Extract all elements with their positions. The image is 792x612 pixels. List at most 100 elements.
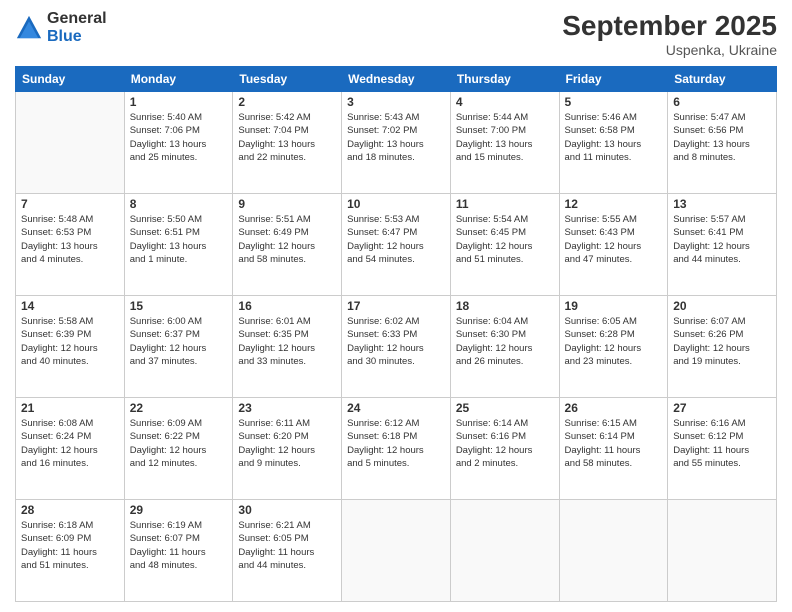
- cell-info: Sunrise: 6:11 AM Sunset: 6:20 PM Dayligh…: [238, 417, 336, 470]
- cell-w4-d5: 25 Sunrise: 6:14 AM Sunset: 6:16 PM Dayli…: [450, 398, 559, 500]
- cell-w2-d5: 11Sunrise: 5:54 AM Sunset: 6:45 PM Dayli…: [450, 194, 559, 296]
- cell-info: Sunrise: 5:55 AM Sunset: 6:43 PM Dayligh…: [565, 213, 663, 266]
- cell-w4-d1: 21 Sunrise: 6:08 AM Sunset: 6:24 PM Dayli…: [16, 398, 125, 500]
- day-number: 14: [21, 299, 119, 313]
- cell-info: Sunrise: 5:53 AM Sunset: 6:47 PM Dayligh…: [347, 213, 445, 266]
- cell-w3-d2: 15Sunrise: 6:00 AM Sunset: 6:37 PM Dayli…: [124, 296, 233, 398]
- cell-w1-d2: 1 Sunrise: 5:40 AM Sunset: 7:06 PM Daylig…: [124, 92, 233, 194]
- cell-w1-d4: 3Sunrise: 5:43 AM Sunset: 7:02 PM Daylig…: [342, 92, 451, 194]
- day-number: 28: [21, 503, 119, 517]
- cell-info: Sunrise: 5:47 AM Sunset: 6:56 PM Dayligh…: [673, 111, 771, 164]
- calendar-header: Sunday Monday Tuesday Wednesday Thursday…: [16, 67, 777, 92]
- cell-info: Sunrise: 5:46 AM Sunset: 6:58 PM Dayligh…: [565, 111, 663, 164]
- day-number: 13: [673, 197, 771, 211]
- cell-w2-d6: 12 Sunrise: 5:55 AM Sunset: 6:43 PM Dayli…: [559, 194, 668, 296]
- cell-w3-d7: 20 Sunrise: 6:07 AM Sunset: 6:26 PM Dayli…: [668, 296, 777, 398]
- cell-info: Sunrise: 6:04 AM Sunset: 6:30 PM Dayligh…: [456, 315, 554, 368]
- day-number: 12: [565, 197, 663, 211]
- cell-info: Sunrise: 5:51 AM Sunset: 6:49 PM Dayligh…: [238, 213, 336, 266]
- cell-info: Sunrise: 6:09 AM Sunset: 6:22 PM Dayligh…: [130, 417, 228, 470]
- day-number: 9: [238, 197, 336, 211]
- cell-info: Sunrise: 5:44 AM Sunset: 7:00 PM Dayligh…: [456, 111, 554, 164]
- cell-w1-d3: 2 Sunrise: 5:42 AM Sunset: 7:04 PM Daylig…: [233, 92, 342, 194]
- cell-info: Sunrise: 6:00 AM Sunset: 6:37 PM Dayligh…: [130, 315, 228, 368]
- cell-w5-d7: [668, 500, 777, 602]
- day-number: 5: [565, 95, 663, 109]
- cell-w1-d7: 6 Sunrise: 5:47 AM Sunset: 6:56 PM Daylig…: [668, 92, 777, 194]
- cell-w3-d5: 18Sunrise: 6:04 AM Sunset: 6:30 PM Dayli…: [450, 296, 559, 398]
- page: General Blue September 2025 Uspenka, Ukr…: [0, 0, 792, 612]
- header-thursday: Thursday: [450, 67, 559, 92]
- cell-info: Sunrise: 6:07 AM Sunset: 6:26 PM Dayligh…: [673, 315, 771, 368]
- cell-w2-d1: 7Sunrise: 5:48 AM Sunset: 6:53 PM Daylig…: [16, 194, 125, 296]
- day-number: 10: [347, 197, 445, 211]
- header: General Blue September 2025 Uspenka, Ukr…: [15, 10, 777, 58]
- day-number: 3: [347, 95, 445, 109]
- cell-w5-d1: 28 Sunrise: 6:18 AM Sunset: 6:09 PM Dayli…: [16, 500, 125, 602]
- title-section: September 2025 Uspenka, Ukraine: [562, 10, 777, 58]
- header-monday: Monday: [124, 67, 233, 92]
- cell-w4-d4: 24Sunrise: 6:12 AM Sunset: 6:18 PM Dayli…: [342, 398, 451, 500]
- cell-w3-d4: 17Sunrise: 6:02 AM Sunset: 6:33 PM Dayli…: [342, 296, 451, 398]
- cell-info: Sunrise: 5:42 AM Sunset: 7:04 PM Dayligh…: [238, 111, 336, 164]
- cell-info: Sunrise: 6:08 AM Sunset: 6:24 PM Dayligh…: [21, 417, 119, 470]
- day-number: 30: [238, 503, 336, 517]
- cell-info: Sunrise: 6:19 AM Sunset: 6:07 PM Dayligh…: [130, 519, 228, 572]
- week-row-2: 7Sunrise: 5:48 AM Sunset: 6:53 PM Daylig…: [16, 194, 777, 296]
- week-row-3: 14 Sunrise: 5:58 AM Sunset: 6:39 PM Dayli…: [16, 296, 777, 398]
- header-sunday: Sunday: [16, 67, 125, 92]
- week-row-4: 21 Sunrise: 6:08 AM Sunset: 6:24 PM Dayli…: [16, 398, 777, 500]
- day-number: 1: [130, 95, 228, 109]
- cell-w5-d3: 30Sunrise: 6:21 AM Sunset: 6:05 PM Dayli…: [233, 500, 342, 602]
- cell-w1-d5: 4Sunrise: 5:44 AM Sunset: 7:00 PM Daylig…: [450, 92, 559, 194]
- cell-w5-d4: [342, 500, 451, 602]
- cell-info: Sunrise: 5:58 AM Sunset: 6:39 PM Dayligh…: [21, 315, 119, 368]
- cell-info: Sunrise: 5:48 AM Sunset: 6:53 PM Dayligh…: [21, 213, 119, 266]
- cell-w2-d4: 10 Sunrise: 5:53 AM Sunset: 6:47 PM Dayli…: [342, 194, 451, 296]
- cell-w1-d1: [16, 92, 125, 194]
- day-number: 23: [238, 401, 336, 415]
- cell-info: Sunrise: 6:14 AM Sunset: 6:16 PM Dayligh…: [456, 417, 554, 470]
- header-saturday: Saturday: [668, 67, 777, 92]
- week-row-5: 28 Sunrise: 6:18 AM Sunset: 6:09 PM Dayli…: [16, 500, 777, 602]
- cell-w3-d1: 14 Sunrise: 5:58 AM Sunset: 6:39 PM Dayli…: [16, 296, 125, 398]
- logo-icon: [15, 14, 43, 42]
- cell-w5-d2: 29 Sunrise: 6:19 AM Sunset: 6:07 PM Dayli…: [124, 500, 233, 602]
- header-row: Sunday Monday Tuesday Wednesday Thursday…: [16, 67, 777, 92]
- cell-info: Sunrise: 6:18 AM Sunset: 6:09 PM Dayligh…: [21, 519, 119, 572]
- week-row-1: 1 Sunrise: 5:40 AM Sunset: 7:06 PM Daylig…: [16, 92, 777, 194]
- day-number: 29: [130, 503, 228, 517]
- day-number: 6: [673, 95, 771, 109]
- cell-info: Sunrise: 6:15 AM Sunset: 6:14 PM Dayligh…: [565, 417, 663, 470]
- logo: General Blue: [15, 10, 107, 45]
- cell-info: Sunrise: 5:57 AM Sunset: 6:41 PM Dayligh…: [673, 213, 771, 266]
- cell-w3-d3: 16 Sunrise: 6:01 AM Sunset: 6:35 PM Dayli…: [233, 296, 342, 398]
- calendar-body: 1 Sunrise: 5:40 AM Sunset: 7:06 PM Daylig…: [16, 92, 777, 602]
- cell-w2-d7: 13 Sunrise: 5:57 AM Sunset: 6:41 PM Dayli…: [668, 194, 777, 296]
- day-number: 26: [565, 401, 663, 415]
- cell-info: Sunrise: 6:12 AM Sunset: 6:18 PM Dayligh…: [347, 417, 445, 470]
- day-number: 25: [456, 401, 554, 415]
- day-number: 16: [238, 299, 336, 313]
- header-tuesday: Tuesday: [233, 67, 342, 92]
- cell-info: Sunrise: 6:01 AM Sunset: 6:35 PM Dayligh…: [238, 315, 336, 368]
- logo-blue-text: Blue: [47, 28, 107, 46]
- day-number: 17: [347, 299, 445, 313]
- cell-w4-d7: 27 Sunrise: 6:16 AM Sunset: 6:12 PM Dayli…: [668, 398, 777, 500]
- header-wednesday: Wednesday: [342, 67, 451, 92]
- day-number: 8: [130, 197, 228, 211]
- day-number: 27: [673, 401, 771, 415]
- cell-info: Sunrise: 6:16 AM Sunset: 6:12 PM Dayligh…: [673, 417, 771, 470]
- day-number: 21: [21, 401, 119, 415]
- cell-w2-d2: 8Sunrise: 5:50 AM Sunset: 6:51 PM Daylig…: [124, 194, 233, 296]
- cell-info: Sunrise: 5:54 AM Sunset: 6:45 PM Dayligh…: [456, 213, 554, 266]
- cell-w5-d5: [450, 500, 559, 602]
- cell-w4-d6: 26 Sunrise: 6:15 AM Sunset: 6:14 PM Dayli…: [559, 398, 668, 500]
- day-number: 22: [130, 401, 228, 415]
- header-friday: Friday: [559, 67, 668, 92]
- cell-info: Sunrise: 5:40 AM Sunset: 7:06 PM Dayligh…: [130, 111, 228, 164]
- day-number: 20: [673, 299, 771, 313]
- cell-w1-d6: 5 Sunrise: 5:46 AM Sunset: 6:58 PM Daylig…: [559, 92, 668, 194]
- cell-w5-d6: [559, 500, 668, 602]
- day-number: 2: [238, 95, 336, 109]
